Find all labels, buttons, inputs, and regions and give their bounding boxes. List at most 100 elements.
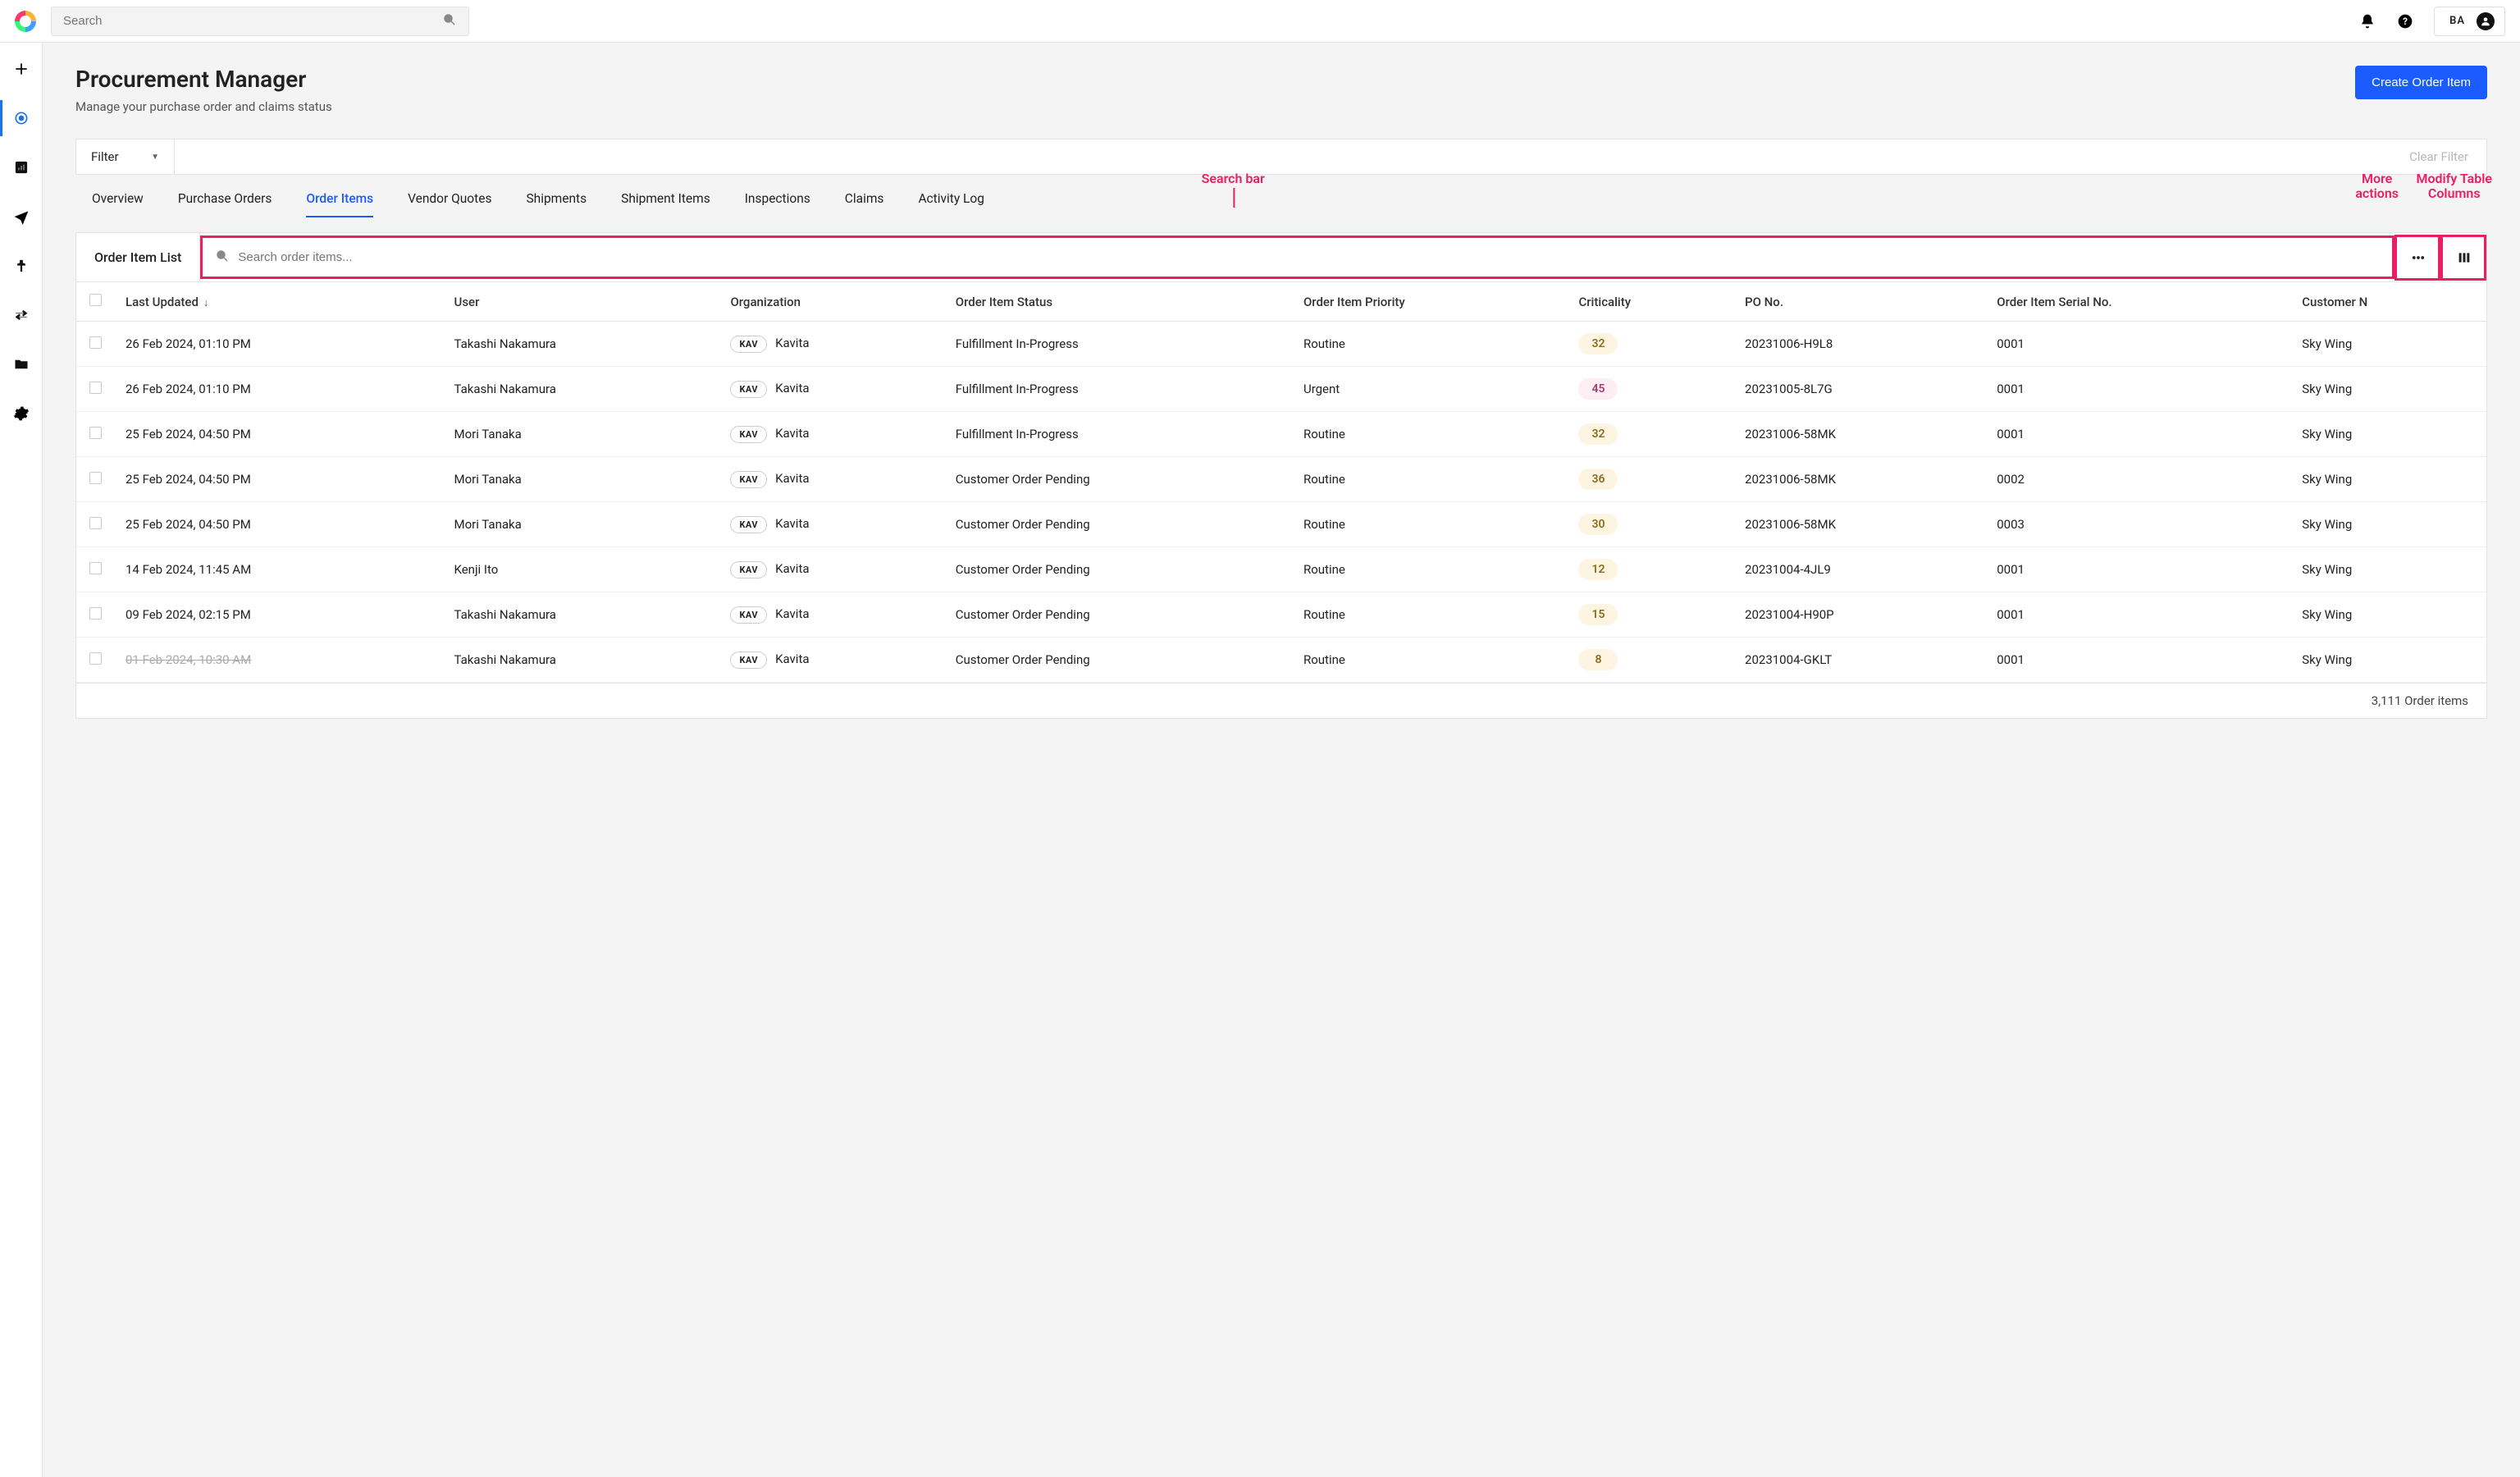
cell-criticality: 32 [1567, 322, 1733, 367]
column-header[interactable]: Order Item Status [944, 282, 1292, 322]
table-row[interactable]: 01 Feb 2024, 10:30 AMTakashi NakamuraKAV… [76, 638, 2486, 683]
cell-organization: KAVKavita [719, 367, 943, 412]
cell-customer: Sky Wing [2290, 638, 2486, 683]
org-pill: KAV [730, 606, 767, 624]
cell-po-number: 20231005-8L7G [1733, 367, 1985, 412]
chevron-down-icon: ▼ [151, 153, 159, 162]
column-header[interactable]: PO No. [1733, 282, 1985, 322]
row-checkbox[interactable] [89, 562, 102, 574]
criticality-badge: 45 [1578, 378, 1618, 400]
column-header[interactable]: Criticality [1567, 282, 1733, 322]
org-pill: KAV [730, 336, 767, 353]
row-checkbox[interactable] [89, 382, 102, 394]
cell-status: Customer Order Pending [944, 638, 1292, 683]
avatar-icon [2477, 12, 2495, 30]
table-row[interactable]: 09 Feb 2024, 02:15 PMTakashi NakamuraKAV… [76, 592, 2486, 638]
card-header: Order Item List [76, 233, 2486, 282]
tab-vendor-quotes[interactable]: Vendor Quotes [408, 191, 491, 217]
tab-shipment-items[interactable]: Shipment Items [621, 191, 710, 217]
table-row[interactable]: 26 Feb 2024, 01:10 PMTakashi NakamuraKAV… [76, 367, 2486, 412]
cell-priority: Routine [1292, 457, 1567, 502]
row-checkbox[interactable] [89, 517, 102, 529]
notifications-icon[interactable] [2358, 12, 2376, 30]
column-header[interactable]: Customer N [2290, 282, 2486, 322]
filter-dropdown[interactable]: Filter ▼ [76, 139, 175, 174]
cell-serial: 0001 [1985, 547, 2290, 592]
table-row[interactable]: 25 Feb 2024, 04:50 PMMori TanakaKAVKavit… [76, 502, 2486, 547]
tab-inspections[interactable]: Inspections [745, 191, 810, 217]
tab-shipments[interactable]: Shipments [526, 191, 587, 217]
rail-flights[interactable] [0, 203, 43, 230]
cell-customer: Sky Wing [2290, 412, 2486, 457]
table-row[interactable]: 26 Feb 2024, 01:10 PMTakashi NakamuraKAV… [76, 322, 2486, 367]
global-search-input[interactable] [63, 14, 442, 28]
cell-customer: Sky Wing [2290, 367, 2486, 412]
cell-last-updated: 26 Feb 2024, 01:10 PM [114, 322, 443, 367]
cell-organization: KAVKavita [719, 457, 943, 502]
main-content: Procurement Manager Manage your purchase… [43, 43, 2520, 1477]
rail-analytics[interactable] [0, 154, 43, 181]
help-icon[interactable]: ? [2396, 12, 2414, 30]
create-order-item-button[interactable]: Create Order Item [2355, 66, 2487, 99]
cell-organization: KAVKavita [719, 638, 943, 683]
cell-criticality: 36 [1567, 457, 1733, 502]
column-header[interactable]: Order Item Serial No. [1985, 282, 2290, 322]
cell-last-updated: 14 Feb 2024, 11:45 AM [114, 547, 443, 592]
cell-last-updated: 25 Feb 2024, 04:50 PM [114, 457, 443, 502]
row-checkbox[interactable] [89, 652, 102, 665]
annotation-modify-columns: Modify TableColumns [2416, 171, 2492, 200]
table-row[interactable]: 25 Feb 2024, 04:50 PMMori TanakaKAVKavit… [76, 412, 2486, 457]
tab-activity-log[interactable]: Activity Log [918, 191, 984, 217]
total-count: 3,111 Order items [2372, 693, 2468, 708]
cell-customer: Sky Wing [2290, 547, 2486, 592]
column-header[interactable] [76, 282, 114, 322]
cell-status: Fulfillment In-Progress [944, 367, 1292, 412]
cell-criticality: 32 [1567, 412, 1733, 457]
cell-status: Fulfillment In-Progress [944, 412, 1292, 457]
cell-last-updated: 09 Feb 2024, 02:15 PM [114, 592, 443, 638]
select-all-checkbox[interactable] [89, 294, 102, 306]
table-row[interactable]: 25 Feb 2024, 04:50 PMMori TanakaKAVKavit… [76, 457, 2486, 502]
order-item-list-card: Order Item List Last Updated↓UserOrganiz… [75, 232, 2487, 719]
criticality-badge: 32 [1578, 423, 1618, 445]
cell-po-number: 20231006-H9L8 [1733, 322, 1985, 367]
row-checkbox[interactable] [89, 607, 102, 620]
tab-purchase-orders[interactable]: Purchase Orders [178, 191, 272, 217]
cell-organization: KAVKavita [719, 412, 943, 457]
column-header[interactable]: Order Item Priority [1292, 282, 1567, 322]
cell-priority: Routine [1292, 502, 1567, 547]
criticality-badge: 12 [1578, 559, 1618, 580]
row-checkbox[interactable] [89, 472, 102, 484]
rail-add[interactable] [0, 56, 43, 82]
clear-filter-button[interactable]: Clear Filter [2391, 149, 2486, 164]
modify-columns-button[interactable] [2440, 235, 2486, 281]
tabs: Overview Purchase Orders Order Items Vendor… [75, 175, 2487, 217]
cell-po-number: 20231006-58MK [1733, 457, 1985, 502]
tab-claims[interactable]: Claims [845, 191, 884, 217]
user-menu[interactable]: BA [2434, 7, 2505, 36]
user-initials: BA [2449, 15, 2465, 27]
cell-serial: 0002 [1985, 457, 2290, 502]
rail-settings[interactable] [0, 400, 43, 427]
column-header[interactable]: Last Updated↓ [114, 282, 443, 322]
table-row[interactable]: 14 Feb 2024, 11:45 AMKenji ItoKAVKavitaC… [76, 547, 2486, 592]
cell-po-number: 20231004-GKLT [1733, 638, 1985, 683]
cell-serial: 0001 [1985, 592, 2290, 638]
order-items-search-input[interactable] [238, 235, 2380, 279]
order-items-search[interactable] [200, 235, 2394, 279]
tab-overview[interactable]: Overview [92, 191, 144, 217]
row-checkbox[interactable] [89, 336, 102, 349]
criticality-badge: 36 [1578, 469, 1618, 490]
column-header[interactable]: User [443, 282, 719, 322]
global-search[interactable] [51, 7, 469, 36]
column-header[interactable]: Organization [719, 282, 943, 322]
rail-procurement[interactable] [0, 105, 43, 131]
rail-transfers[interactable] [0, 302, 43, 328]
tab-order-items[interactable]: Order Items [306, 191, 373, 217]
org-pill: KAV [730, 516, 767, 533]
rail-tower[interactable] [0, 253, 43, 279]
more-actions-button[interactable] [2394, 235, 2440, 281]
card-footer: 3,111 Order items [76, 683, 2486, 718]
rail-files[interactable] [0, 351, 43, 377]
row-checkbox[interactable] [89, 427, 102, 439]
